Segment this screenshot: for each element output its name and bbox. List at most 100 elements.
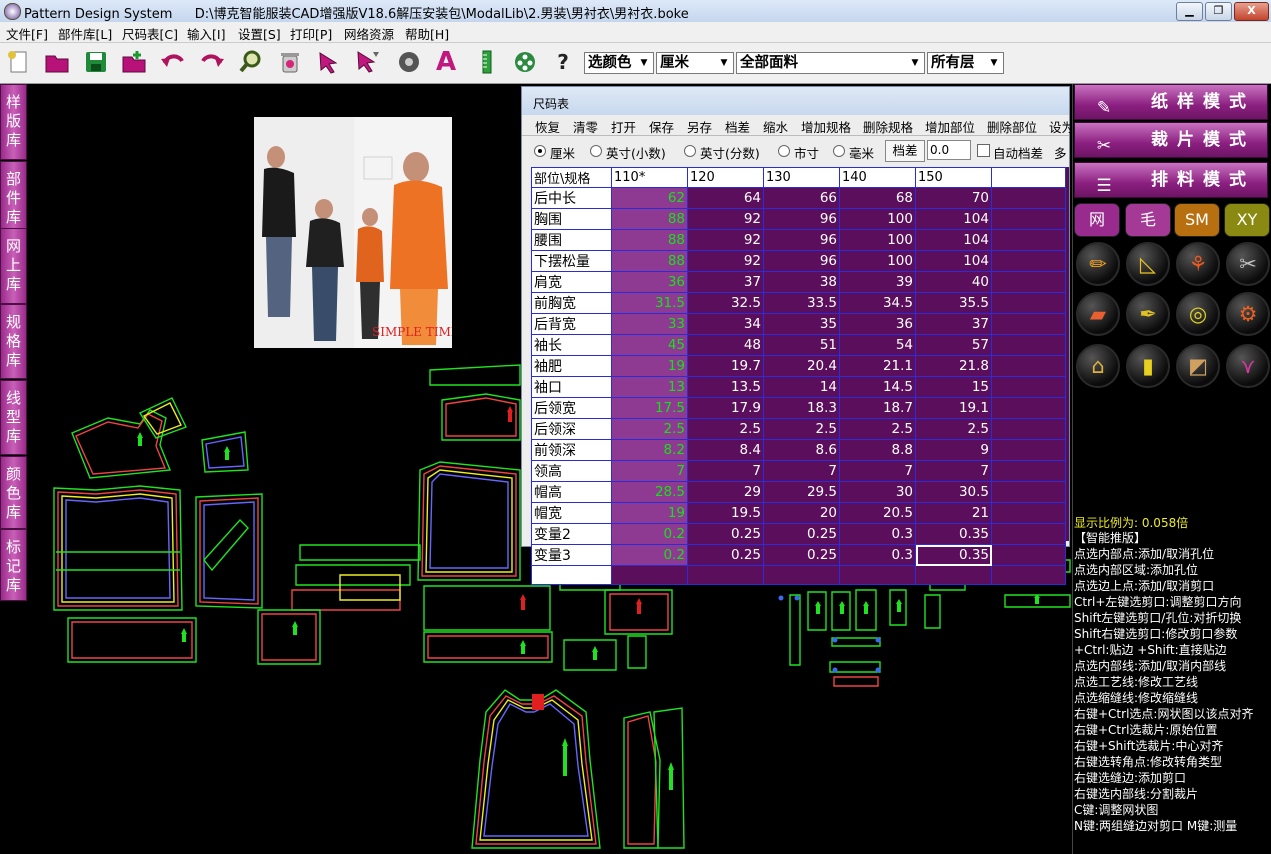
brush-icon[interactable]: ✒ (1126, 292, 1170, 336)
part-label[interactable]: 肩宽 (531, 271, 612, 293)
menu-add-size[interactable]: 增加规格 (801, 117, 851, 136)
tab-pattern-library[interactable]: 样版库 (0, 84, 27, 160)
size-value-cell[interactable]: 13.5 (687, 376, 764, 398)
size-value-cell[interactable]: 88 (611, 229, 688, 251)
menu-open[interactable]: 打开 (611, 117, 636, 136)
size-value-cell[interactable]: 9 (915, 439, 992, 461)
size-value-cell[interactable]: 48 (687, 334, 764, 356)
size-value-cell[interactable]: 19.5 (687, 502, 764, 524)
size-value-cell[interactable]: 2.5 (611, 418, 688, 440)
size-value-cell[interactable]: 33 (611, 313, 688, 335)
size-value-cell[interactable]: 96 (763, 229, 840, 251)
size-value-cell[interactable]: 100 (839, 250, 916, 272)
notebook-icon[interactable]: ▰ (1076, 292, 1120, 336)
menu-clear[interactable]: 清零 (573, 117, 598, 136)
size-value-cell[interactable]: 57 (915, 334, 992, 356)
tab-mark-library[interactable]: 标记库 (0, 529, 27, 601)
size-value-cell[interactable]: 17.9 (687, 397, 764, 419)
size-value-cell[interactable]: 104 (915, 208, 992, 230)
size-value-cell[interactable]: 8.6 (763, 439, 840, 461)
size-value-cell[interactable]: 51 (763, 334, 840, 356)
undo-icon[interactable] (158, 47, 188, 77)
size-value-cell[interactable]: 7 (915, 460, 992, 482)
size-value-cell[interactable]: 33.5 (763, 292, 840, 314)
size-value-cell[interactable]: 19 (611, 502, 688, 524)
size-value-cell[interactable]: 32.5 (687, 292, 764, 314)
delete-icon[interactable] (275, 47, 305, 77)
size-value-cell[interactable]: 36 (839, 313, 916, 335)
open-folder-icon[interactable] (42, 47, 72, 77)
part-label[interactable]: 后领宽 (531, 397, 612, 419)
select-arrow-2-icon[interactable] (353, 47, 383, 77)
size-value-cell[interactable]: 104 (915, 229, 992, 251)
radio-mm[interactable] (833, 145, 845, 157)
size-value-cell[interactable]: 0.25 (687, 523, 764, 545)
film-reel-icon[interactable] (510, 47, 540, 77)
menu-print[interactable]: 打印[P] (290, 24, 332, 43)
menu-save[interactable]: 保存 (649, 117, 674, 136)
size-value-cell[interactable]: 8.2 (611, 439, 688, 461)
part-label[interactable]: 袖口 (531, 376, 612, 398)
set-square-icon[interactable]: ◺ (1126, 242, 1170, 286)
ruler-board-icon[interactable]: ◩ (1176, 344, 1220, 388)
size-value-cell[interactable]: 28.5 (611, 481, 688, 503)
menu-delete-size[interactable]: 删除规格 (863, 117, 913, 136)
part-label[interactable]: 后领深 (531, 418, 612, 440)
dialog-titlebar[interactable]: 尺码表 (522, 87, 1069, 115)
size-value-cell[interactable]: 0.35 (915, 544, 992, 566)
size-value-cell[interactable]: 15 (915, 376, 992, 398)
size-value-cell[interactable]: 37 (915, 313, 992, 335)
pattern-mode-button[interactable]: ✎ 纸样模式 (1074, 84, 1268, 120)
measure-icon[interactable] (394, 47, 424, 77)
size-value-cell[interactable]: 19.7 (687, 355, 764, 377)
menu-settings[interactable]: 设置[S] (238, 24, 281, 43)
size-value-cell[interactable]: 92 (687, 229, 764, 251)
part-label[interactable]: 变量3 (531, 544, 612, 566)
size-value-cell[interactable]: 29.5 (763, 481, 840, 503)
menu-file[interactable]: 文件[F] (6, 24, 48, 43)
size-value-cell[interactable]: 30 (839, 481, 916, 503)
size-value-cell[interactable]: 31.5 (611, 292, 688, 314)
part-label[interactable]: 前领深 (531, 439, 612, 461)
tab-parts-library[interactable]: 部件库 (0, 161, 27, 237)
size-value-cell[interactable]: 100 (839, 208, 916, 230)
menu-restore[interactable]: 恢复 (535, 117, 560, 136)
size-value-cell[interactable]: 35 (763, 313, 840, 335)
size-value-cell[interactable]: 0.25 (687, 544, 764, 566)
marker-mode-button[interactable]: ☰ 排料模式 (1074, 162, 1268, 198)
size-value-cell[interactable]: 104 (915, 250, 992, 272)
zoom-icon[interactable] (236, 47, 266, 77)
size-value-cell[interactable]: 17.5 (611, 397, 688, 419)
size-value-cell[interactable]: 14 (763, 376, 840, 398)
tab-spec-library[interactable]: 规格库 (0, 304, 27, 379)
part-label[interactable]: 变量2 (531, 523, 612, 545)
size-value-cell[interactable]: 37 (687, 271, 764, 293)
size-value-cell[interactable]: 20.5 (839, 502, 916, 524)
pencil-icon[interactable]: ✏ (1076, 242, 1120, 286)
size-value-cell[interactable]: 39 (839, 271, 916, 293)
auto-grade-checkbox[interactable] (977, 144, 990, 157)
size-value-cell[interactable]: 0.2 (611, 544, 688, 566)
tab-color-library[interactable]: 颜色库 (0, 456, 27, 529)
menu-delete-part[interactable]: 删除部位 (987, 117, 1037, 136)
size-value-cell[interactable]: 29 (687, 481, 764, 503)
part-label[interactable]: 下摆松量 (531, 250, 612, 272)
size-value-cell[interactable]: 0.3 (839, 523, 916, 545)
size-header[interactable]: 110* (611, 167, 688, 188)
part-label[interactable]: 领高 (531, 460, 612, 482)
size-value-cell[interactable]: 14.5 (839, 376, 916, 398)
size-header[interactable]: 140 (839, 167, 916, 188)
size-value-cell[interactable]: 2.5 (839, 418, 916, 440)
menu-size-table[interactable]: 尺码表[C] (122, 24, 178, 43)
sewing-machine-icon[interactable]: ⚙ (1226, 292, 1270, 336)
size-value-cell[interactable]: 0.2 (611, 523, 688, 545)
size-value-cell[interactable]: 2.5 (687, 418, 764, 440)
size-value-cell[interactable]: 20.4 (763, 355, 840, 377)
menu-input[interactable]: 输入[I] (187, 24, 225, 43)
radio-inch-fraction[interactable] (684, 145, 696, 157)
size-table[interactable]: 部位\规格 110* 120 130 140 150 后中长 62 64 66 68 70 胸围 88 92… (531, 167, 1066, 585)
radio-inch-decimal[interactable] (590, 145, 602, 157)
layer-combo[interactable]: 所有层 ▼ (927, 52, 1004, 74)
size-value-cell[interactable]: 96 (763, 250, 840, 272)
radio-cm[interactable] (534, 145, 546, 157)
